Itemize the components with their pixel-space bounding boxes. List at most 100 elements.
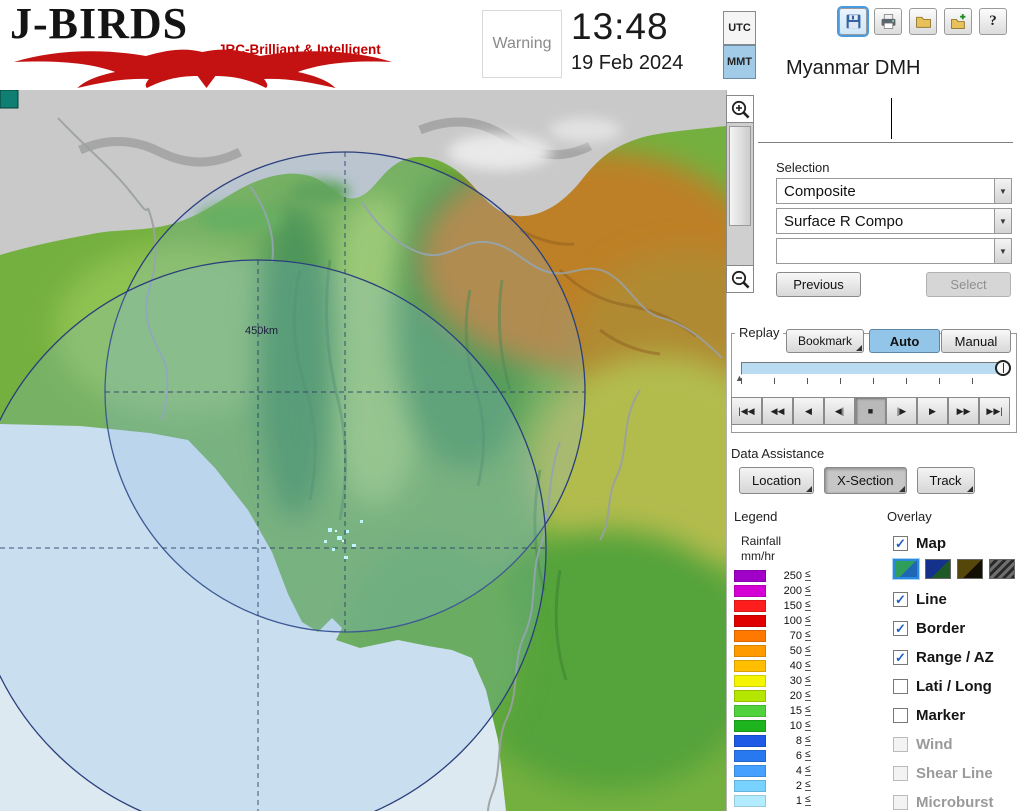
zoom-out-button[interactable] bbox=[726, 265, 754, 293]
fast-forward-button[interactable]: ▶▶ bbox=[948, 397, 979, 425]
clock-time: 13:48 bbox=[571, 6, 669, 47]
checkbox[interactable] bbox=[893, 765, 908, 781]
legend-le-symbol: ≤ bbox=[805, 659, 811, 671]
legend-le-symbol: ≤ bbox=[805, 629, 811, 641]
legend-level-row: 10 ≤ bbox=[734, 718, 811, 733]
legend-le-symbol: ≤ bbox=[805, 794, 811, 806]
warning-indicator[interactable]: Warning bbox=[482, 10, 562, 78]
previous-button[interactable]: Previous bbox=[776, 272, 861, 297]
checkbox[interactable] bbox=[893, 707, 908, 723]
help-button[interactable]: ? bbox=[979, 8, 1007, 35]
legend-level-row: 1 ≤ bbox=[734, 793, 811, 808]
playback-controls: |◀◀ ◀◀ ◀ ◀| ■ |▶ ▶ ▶▶ ▶▶| bbox=[731, 397, 1010, 425]
legend-value: 200 bbox=[783, 584, 802, 597]
legend-levels: 250 ≤200 ≤150 ≤100 ≤70 ≤50 ≤40 ≤30 ≤20 ≤15 ≤10 ≤8 ≤6… bbox=[734, 568, 811, 808]
manual-button[interactable]: Manual bbox=[941, 329, 1011, 353]
open-folder-button[interactable] bbox=[909, 8, 937, 35]
legend-color-bar bbox=[734, 779, 766, 792]
checkbox[interactable]: ✓ bbox=[893, 535, 908, 551]
utc-button[interactable]: UTC bbox=[723, 11, 756, 45]
legend-value: 10 bbox=[789, 719, 802, 732]
auto-button[interactable]: Auto bbox=[869, 329, 940, 353]
zoom-in-button[interactable] bbox=[726, 95, 754, 123]
map-viewport[interactable]: 450km bbox=[0, 90, 726, 811]
map-style-swatch[interactable] bbox=[989, 559, 1015, 579]
overlay-label: Map bbox=[916, 534, 946, 552]
button-label: X-Section bbox=[837, 473, 894, 488]
play-reverse-button[interactable]: ◀ bbox=[793, 397, 824, 425]
bookmark-button[interactable]: Bookmark bbox=[786, 329, 864, 353]
legend-value: 2 bbox=[795, 779, 802, 792]
data-assistance-label: Data Assistance bbox=[731, 446, 825, 461]
checkbox[interactable] bbox=[893, 736, 908, 752]
step-forward-button[interactable]: |▶ bbox=[886, 397, 917, 425]
zoom-slider[interactable] bbox=[726, 123, 754, 265]
legend-level-row: 2 ≤ bbox=[734, 778, 811, 793]
command-input[interactable] bbox=[758, 94, 1013, 143]
overlay-title: Overlay bbox=[887, 509, 932, 524]
legend-level-row: 70 ≤ bbox=[734, 628, 811, 643]
replay-timeline-slider[interactable] bbox=[741, 360, 1011, 376]
overlay-label: Border bbox=[916, 619, 966, 637]
chevron-down-icon[interactable]: ▼ bbox=[994, 209, 1011, 233]
select-button[interactable]: Select bbox=[926, 272, 1011, 297]
corner-fold-icon bbox=[856, 345, 862, 351]
jump-start-button[interactable]: |◀◀ bbox=[731, 397, 762, 425]
map-style-swatch[interactable] bbox=[925, 559, 951, 579]
checkbox[interactable]: ✓ bbox=[893, 620, 908, 636]
legend-le-symbol: ≤ bbox=[805, 689, 811, 701]
button-label: Location bbox=[752, 473, 802, 488]
save-button[interactable] bbox=[837, 6, 869, 37]
print-button[interactable] bbox=[874, 8, 902, 35]
checkbox[interactable]: ✓ bbox=[893, 649, 908, 665]
legend-level-row: 40 ≤ bbox=[734, 658, 811, 673]
legend-level-row: 15 ≤ bbox=[734, 703, 811, 718]
print-icon bbox=[881, 14, 895, 29]
overlay-label: Marker bbox=[916, 706, 966, 724]
legend-color-bar bbox=[734, 629, 766, 642]
legend-le-symbol: ≤ bbox=[805, 779, 811, 791]
chevron-down-icon[interactable]: ▼ bbox=[994, 239, 1011, 263]
stop-button[interactable]: ■ bbox=[855, 397, 886, 425]
product-type-dropdown[interactable]: Surface R Compo ▼ bbox=[776, 208, 1012, 234]
legend-value: 8 bbox=[795, 734, 802, 747]
legend-value: 6 bbox=[795, 749, 802, 762]
step-back-button[interactable]: ◀| bbox=[824, 397, 855, 425]
legend-color-bar bbox=[734, 704, 766, 717]
legend-le-symbol: ≤ bbox=[805, 764, 811, 776]
chevron-down-icon[interactable]: ▼ bbox=[994, 179, 1011, 203]
timeline-thumb[interactable] bbox=[995, 360, 1011, 376]
jump-end-button[interactable]: ▶▶| bbox=[979, 397, 1010, 425]
legend-level-row: 100 ≤ bbox=[734, 613, 811, 628]
checkbox[interactable]: ✓ bbox=[893, 591, 908, 607]
timeline-ticks bbox=[741, 378, 1005, 384]
legend-level-row: 4 ≤ bbox=[734, 763, 811, 778]
checkbox[interactable] bbox=[893, 794, 908, 810]
legend-le-symbol: ≤ bbox=[805, 704, 811, 716]
track-button[interactable]: Track bbox=[916, 467, 975, 494]
legend-color-bar bbox=[734, 584, 766, 597]
checkbox[interactable] bbox=[893, 678, 908, 694]
fast-rewind-button[interactable]: ◀◀ bbox=[762, 397, 793, 425]
legend-level-row: 50 ≤ bbox=[734, 643, 811, 658]
legend-level-row: 200 ≤ bbox=[734, 583, 811, 598]
product-option-dropdown[interactable]: ▼ bbox=[776, 238, 1012, 264]
overlay-row: Shear Line bbox=[893, 762, 1030, 784]
legend-level-row: 6 ≤ bbox=[734, 748, 811, 763]
location-button[interactable]: Location bbox=[739, 467, 815, 494]
toolbar: ? bbox=[837, 6, 1007, 37]
overlay-label: Line bbox=[916, 590, 947, 608]
x-section-button[interactable]: X-Section bbox=[824, 467, 907, 494]
map-style-swatch[interactable] bbox=[893, 559, 919, 579]
data-assistance-buttons: Location X-Section Track bbox=[739, 467, 975, 494]
legend-color-bar bbox=[734, 599, 766, 612]
zoom-slider-thumb[interactable] bbox=[729, 126, 751, 226]
export-button[interactable] bbox=[944, 8, 972, 35]
legend-color-bar bbox=[734, 764, 766, 777]
app-logo: J-BIRDS JRC-Brilliant & Intelligent Rada… bbox=[10, 0, 430, 105]
map-style-swatch[interactable] bbox=[957, 559, 983, 579]
mmt-button[interactable]: MMT bbox=[723, 45, 756, 79]
product-category-dropdown[interactable]: Composite ▼ bbox=[776, 178, 1012, 204]
overlay-row: Lati / Long bbox=[893, 675, 1030, 697]
play-button[interactable]: ▶ bbox=[917, 397, 948, 425]
